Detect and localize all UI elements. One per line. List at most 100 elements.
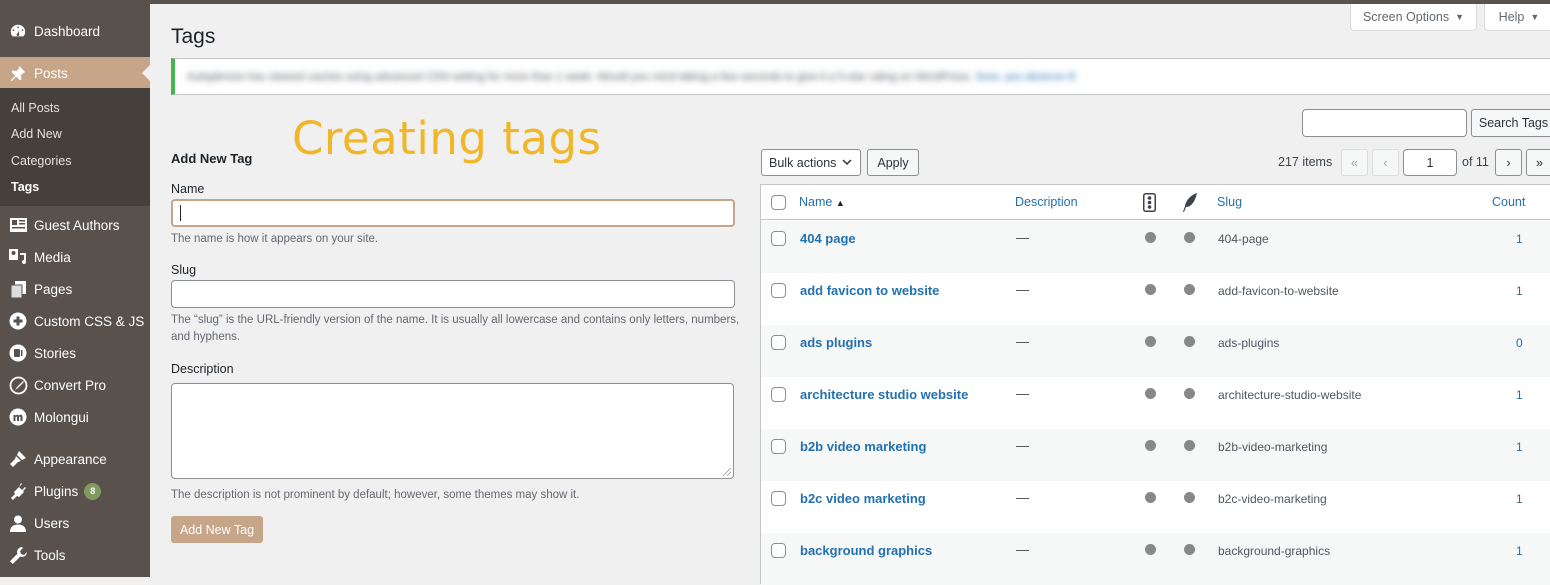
tag-count-link[interactable]: 0 bbox=[1516, 336, 1523, 350]
submenu-add-new[interactable]: Add New bbox=[11, 127, 62, 141]
row-checkbox[interactable] bbox=[771, 491, 786, 506]
readability-status-dot-icon bbox=[1184, 388, 1195, 399]
page-title: Tags bbox=[171, 25, 216, 48]
user-icon bbox=[0, 515, 34, 532]
prev-page-button[interactable]: ‹ bbox=[1372, 149, 1399, 176]
row-checkbox[interactable] bbox=[771, 231, 786, 246]
tag-name-link[interactable]: b2c video marketing bbox=[800, 491, 926, 506]
column-count[interactable]: Count bbox=[1492, 195, 1525, 209]
add-new-tag-button[interactable]: Add New Tag bbox=[171, 516, 263, 543]
sidebar-item-posts[interactable]: Posts bbox=[0, 57, 150, 89]
admin-bar bbox=[0, 0, 1550, 4]
bulk-actions-label: Bulk actions bbox=[769, 155, 837, 170]
apply-button[interactable]: Apply bbox=[867, 149, 919, 176]
help-button[interactable]: Help ▼ bbox=[1484, 4, 1550, 31]
sidebar-item-users[interactable]: Users bbox=[0, 507, 150, 539]
tag-description: — bbox=[1016, 438, 1029, 453]
sidebar-item-convert-pro[interactable]: Convert Pro bbox=[0, 369, 150, 401]
tag-name-link[interactable]: background graphics bbox=[800, 543, 932, 558]
row-checkbox[interactable] bbox=[771, 335, 786, 350]
current-page-input[interactable]: 1 bbox=[1403, 149, 1457, 176]
media-icon bbox=[0, 249, 34, 265]
tag-count-link[interactable]: 1 bbox=[1516, 284, 1523, 298]
stories-icon bbox=[0, 344, 34, 362]
search-tags-button[interactable]: Search Tags bbox=[1471, 109, 1550, 137]
traffic-light-icon bbox=[1143, 193, 1156, 215]
next-page-button[interactable]: › bbox=[1495, 149, 1522, 176]
tag-count-link[interactable]: 1 bbox=[1516, 440, 1523, 454]
column-slug[interactable]: Slug bbox=[1217, 195, 1242, 209]
admin-sidebar: Dashboard Posts All Posts Add New Catego… bbox=[0, 0, 150, 577]
sidebar-item-label: Appearance bbox=[34, 451, 107, 467]
tag-description-textarea[interactable] bbox=[171, 383, 734, 479]
table-row: architecture studio website — architecture… bbox=[761, 377, 1550, 429]
readability-status-dot-icon bbox=[1184, 440, 1195, 451]
screen-options-button[interactable]: Screen Options ▼ bbox=[1350, 4, 1477, 31]
row-checkbox[interactable] bbox=[771, 283, 786, 298]
pages-icon bbox=[0, 280, 34, 298]
last-page-button[interactable]: » bbox=[1526, 149, 1550, 176]
sidebar-item-plugins[interactable]: Plugins 8 bbox=[0, 475, 150, 507]
tag-description: — bbox=[1016, 542, 1029, 557]
screen-options-label: Screen Options bbox=[1362, 10, 1450, 24]
sidebar-item-tools[interactable]: Tools bbox=[0, 539, 150, 571]
tag-name-link[interactable]: add favicon to website bbox=[800, 283, 939, 298]
sidebar-item-custom-css-js[interactable]: Custom CSS & JS bbox=[0, 305, 150, 337]
name-help: The name is how it appears on your site. bbox=[171, 233, 379, 245]
column-description[interactable]: Description bbox=[1015, 195, 1078, 209]
tag-description: — bbox=[1016, 334, 1029, 349]
resize-handle[interactable] bbox=[723, 468, 731, 476]
row-checkbox[interactable] bbox=[771, 543, 786, 558]
table-row: background graphics — background-graphics 1 bbox=[761, 533, 1550, 585]
tag-count-link[interactable]: 1 bbox=[1516, 492, 1523, 506]
tag-name-link[interactable]: architecture studio website bbox=[800, 387, 968, 402]
tag-description: — bbox=[1016, 386, 1029, 401]
tag-slug: 404-page bbox=[1218, 232, 1269, 246]
caret-down-icon: ▼ bbox=[1455, 12, 1465, 22]
tag-name-link[interactable]: b2b video marketing bbox=[800, 439, 926, 454]
sidebar-item-label: Pages bbox=[34, 281, 73, 297]
tag-count-link[interactable]: 1 bbox=[1516, 544, 1523, 558]
search-tags-input[interactable] bbox=[1302, 109, 1467, 137]
tag-name-input[interactable] bbox=[171, 199, 735, 227]
table-header: Name ▲ Description Slug Count bbox=[761, 185, 1550, 220]
sidebar-item-stories[interactable]: Stories bbox=[0, 337, 150, 369]
tag-description: — bbox=[1016, 230, 1029, 245]
tag-count-link[interactable]: 1 bbox=[1516, 388, 1523, 402]
tag-name-link[interactable]: ads plugins bbox=[800, 335, 872, 350]
pin-icon bbox=[0, 64, 34, 82]
tag-slug-input[interactable] bbox=[171, 280, 735, 308]
plug-icon bbox=[0, 482, 34, 500]
sidebar-item-guest-authors[interactable]: Guest Authors bbox=[0, 209, 150, 241]
select-all-checkbox[interactable] bbox=[771, 195, 786, 210]
column-name[interactable]: Name ▲ bbox=[799, 195, 845, 209]
seo-status-dot-icon bbox=[1145, 492, 1156, 503]
sidebar-item-label: Stories bbox=[34, 345, 77, 361]
submenu-all-posts[interactable]: All Posts bbox=[11, 101, 60, 115]
row-checkbox[interactable] bbox=[771, 387, 786, 402]
tag-slug: background-graphics bbox=[1218, 544, 1331, 558]
sidebar-item-dashboard[interactable]: Dashboard bbox=[0, 15, 150, 47]
sidebar-item-label: Plugins bbox=[34, 483, 79, 499]
sidebar-item-media[interactable]: Media bbox=[0, 241, 150, 273]
sidebar-item-appearance[interactable]: Appearance bbox=[0, 443, 150, 475]
tag-count-link[interactable]: 1 bbox=[1516, 232, 1523, 246]
notice-link[interactable]: Sure, you deserve it! bbox=[975, 71, 1076, 83]
submenu-categories[interactable]: Categories bbox=[11, 154, 71, 168]
compass-icon bbox=[0, 376, 34, 395]
bulk-actions-select[interactable]: Bulk actions bbox=[761, 149, 861, 176]
table-row: b2c video marketing — b2c-video-marketing 1 bbox=[761, 481, 1550, 533]
plugins-update-badge: 8 bbox=[84, 482, 102, 500]
annotation-overlay-title: Creating tags bbox=[292, 112, 602, 165]
seo-status-dot-icon bbox=[1145, 440, 1156, 451]
row-checkbox[interactable] bbox=[771, 439, 786, 454]
tags-table: Name ▲ Description Slug Count 404 page — 4… bbox=[760, 184, 1550, 585]
dashboard-icon bbox=[0, 22, 34, 40]
seo-status-dot-icon bbox=[1145, 388, 1156, 399]
tag-name-link[interactable]: 404 page bbox=[800, 231, 856, 246]
sidebar-item-molongui[interactable]: Molongui bbox=[0, 401, 150, 433]
first-page-button[interactable]: « bbox=[1341, 149, 1368, 176]
tag-slug: b2b-video-marketing bbox=[1218, 440, 1328, 454]
submenu-tags[interactable]: Tags bbox=[11, 180, 39, 194]
sidebar-item-pages[interactable]: Pages bbox=[0, 273, 150, 305]
